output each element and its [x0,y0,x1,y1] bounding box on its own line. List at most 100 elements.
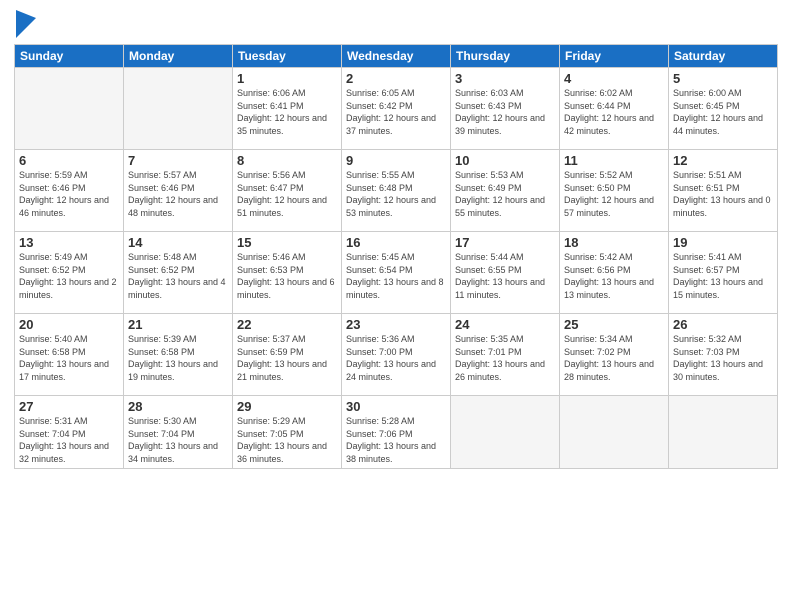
calendar-cell: 15Sunrise: 5:46 AMSunset: 6:53 PMDayligh… [233,232,342,314]
day-info: Sunrise: 5:52 AMSunset: 6:50 PMDaylight:… [564,169,664,219]
day-of-week-header: Friday [560,45,669,68]
day-info: Sunrise: 5:29 AMSunset: 7:05 PMDaylight:… [237,415,337,465]
day-number: 24 [455,317,555,332]
day-info: Sunrise: 5:55 AMSunset: 6:48 PMDaylight:… [346,169,446,219]
day-info: Sunrise: 5:45 AMSunset: 6:54 PMDaylight:… [346,251,446,301]
day-number: 4 [564,71,664,86]
calendar-cell: 13Sunrise: 5:49 AMSunset: 6:52 PMDayligh… [15,232,124,314]
calendar-cell: 12Sunrise: 5:51 AMSunset: 6:51 PMDayligh… [669,150,778,232]
day-info: Sunrise: 5:53 AMSunset: 6:49 PMDaylight:… [455,169,555,219]
day-info: Sunrise: 5:48 AMSunset: 6:52 PMDaylight:… [128,251,228,301]
day-of-week-header: Tuesday [233,45,342,68]
day-info: Sunrise: 5:40 AMSunset: 6:58 PMDaylight:… [19,333,119,383]
calendar-cell [124,68,233,150]
day-of-week-header: Thursday [451,45,560,68]
day-info: Sunrise: 5:59 AMSunset: 6:46 PMDaylight:… [19,169,119,219]
header [14,10,778,38]
calendar-cell: 19Sunrise: 5:41 AMSunset: 6:57 PMDayligh… [669,232,778,314]
logo-icon [16,10,36,38]
day-info: Sunrise: 5:32 AMSunset: 7:03 PMDaylight:… [673,333,773,383]
day-number: 26 [673,317,773,332]
day-info: Sunrise: 6:03 AMSunset: 6:43 PMDaylight:… [455,87,555,137]
day-number: 3 [455,71,555,86]
calendar-cell: 27Sunrise: 5:31 AMSunset: 7:04 PMDayligh… [15,396,124,469]
day-number: 15 [237,235,337,250]
day-number: 29 [237,399,337,414]
day-number: 21 [128,317,228,332]
calendar-cell: 2Sunrise: 6:05 AMSunset: 6:42 PMDaylight… [342,68,451,150]
day-number: 17 [455,235,555,250]
day-number: 7 [128,153,228,168]
day-number: 16 [346,235,446,250]
calendar-week-row: 1Sunrise: 6:06 AMSunset: 6:41 PMDaylight… [15,68,778,150]
day-info: Sunrise: 6:02 AMSunset: 6:44 PMDaylight:… [564,87,664,137]
day-number: 14 [128,235,228,250]
calendar-cell: 26Sunrise: 5:32 AMSunset: 7:03 PMDayligh… [669,314,778,396]
day-info: Sunrise: 5:44 AMSunset: 6:55 PMDaylight:… [455,251,555,301]
day-number: 6 [19,153,119,168]
calendar-cell [451,396,560,469]
calendar-cell: 9Sunrise: 5:55 AMSunset: 6:48 PMDaylight… [342,150,451,232]
calendar-cell: 14Sunrise: 5:48 AMSunset: 6:52 PMDayligh… [124,232,233,314]
calendar-cell [560,396,669,469]
day-info: Sunrise: 5:30 AMSunset: 7:04 PMDaylight:… [128,415,228,465]
calendar-cell [15,68,124,150]
day-number: 8 [237,153,337,168]
calendar-cell: 18Sunrise: 5:42 AMSunset: 6:56 PMDayligh… [560,232,669,314]
day-info: Sunrise: 5:49 AMSunset: 6:52 PMDaylight:… [19,251,119,301]
calendar-cell: 1Sunrise: 6:06 AMSunset: 6:41 PMDaylight… [233,68,342,150]
day-number: 10 [455,153,555,168]
calendar-cell: 29Sunrise: 5:29 AMSunset: 7:05 PMDayligh… [233,396,342,469]
calendar-header-row: SundayMondayTuesdayWednesdayThursdayFrid… [15,45,778,68]
calendar-cell: 11Sunrise: 5:52 AMSunset: 6:50 PMDayligh… [560,150,669,232]
day-info: Sunrise: 5:42 AMSunset: 6:56 PMDaylight:… [564,251,664,301]
logo [14,10,36,38]
day-info: Sunrise: 5:28 AMSunset: 7:06 PMDaylight:… [346,415,446,465]
calendar-week-row: 27Sunrise: 5:31 AMSunset: 7:04 PMDayligh… [15,396,778,469]
calendar-cell: 20Sunrise: 5:40 AMSunset: 6:58 PMDayligh… [15,314,124,396]
day-of-week-header: Saturday [669,45,778,68]
day-number: 18 [564,235,664,250]
calendar-cell: 21Sunrise: 5:39 AMSunset: 6:58 PMDayligh… [124,314,233,396]
page: SundayMondayTuesdayWednesdayThursdayFrid… [0,0,792,612]
day-info: Sunrise: 6:06 AMSunset: 6:41 PMDaylight:… [237,87,337,137]
calendar: SundayMondayTuesdayWednesdayThursdayFrid… [14,44,778,469]
day-number: 28 [128,399,228,414]
day-info: Sunrise: 5:39 AMSunset: 6:58 PMDaylight:… [128,333,228,383]
day-info: Sunrise: 6:05 AMSunset: 6:42 PMDaylight:… [346,87,446,137]
calendar-week-row: 20Sunrise: 5:40 AMSunset: 6:58 PMDayligh… [15,314,778,396]
calendar-cell: 25Sunrise: 5:34 AMSunset: 7:02 PMDayligh… [560,314,669,396]
day-info: Sunrise: 5:51 AMSunset: 6:51 PMDaylight:… [673,169,773,219]
day-info: Sunrise: 5:35 AMSunset: 7:01 PMDaylight:… [455,333,555,383]
calendar-week-row: 6Sunrise: 5:59 AMSunset: 6:46 PMDaylight… [15,150,778,232]
day-info: Sunrise: 5:57 AMSunset: 6:46 PMDaylight:… [128,169,228,219]
day-number: 13 [19,235,119,250]
calendar-cell: 4Sunrise: 6:02 AMSunset: 6:44 PMDaylight… [560,68,669,150]
calendar-cell: 10Sunrise: 5:53 AMSunset: 6:49 PMDayligh… [451,150,560,232]
day-number: 27 [19,399,119,414]
day-info: Sunrise: 6:00 AMSunset: 6:45 PMDaylight:… [673,87,773,137]
calendar-cell: 8Sunrise: 5:56 AMSunset: 6:47 PMDaylight… [233,150,342,232]
day-of-week-header: Wednesday [342,45,451,68]
day-info: Sunrise: 5:41 AMSunset: 6:57 PMDaylight:… [673,251,773,301]
day-number: 25 [564,317,664,332]
day-info: Sunrise: 5:36 AMSunset: 7:00 PMDaylight:… [346,333,446,383]
day-info: Sunrise: 5:34 AMSunset: 7:02 PMDaylight:… [564,333,664,383]
calendar-cell: 17Sunrise: 5:44 AMSunset: 6:55 PMDayligh… [451,232,560,314]
calendar-cell: 22Sunrise: 5:37 AMSunset: 6:59 PMDayligh… [233,314,342,396]
calendar-cell: 5Sunrise: 6:00 AMSunset: 6:45 PMDaylight… [669,68,778,150]
day-number: 12 [673,153,773,168]
calendar-cell: 28Sunrise: 5:30 AMSunset: 7:04 PMDayligh… [124,396,233,469]
day-number: 20 [19,317,119,332]
day-number: 2 [346,71,446,86]
calendar-cell: 16Sunrise: 5:45 AMSunset: 6:54 PMDayligh… [342,232,451,314]
day-of-week-header: Monday [124,45,233,68]
day-number: 9 [346,153,446,168]
day-number: 22 [237,317,337,332]
day-info: Sunrise: 5:37 AMSunset: 6:59 PMDaylight:… [237,333,337,383]
day-info: Sunrise: 5:31 AMSunset: 7:04 PMDaylight:… [19,415,119,465]
day-number: 5 [673,71,773,86]
calendar-cell: 24Sunrise: 5:35 AMSunset: 7:01 PMDayligh… [451,314,560,396]
day-of-week-header: Sunday [15,45,124,68]
calendar-cell [669,396,778,469]
